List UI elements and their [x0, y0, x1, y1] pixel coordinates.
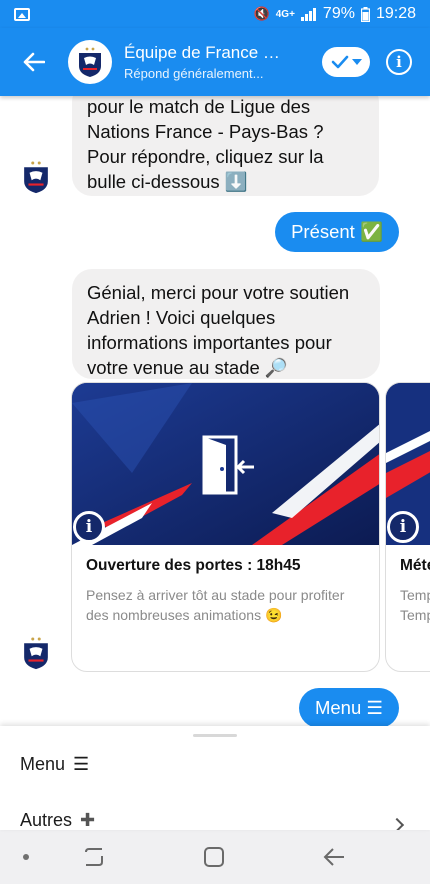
android-nav-bar [0, 830, 430, 884]
sheet-drag-handle[interactable] [193, 734, 237, 737]
menu-item-label: Menu [20, 754, 66, 774]
bot-avatar [20, 634, 52, 672]
signal-icon [300, 7, 316, 21]
page-title: Équipe de France d... [124, 43, 282, 62]
bot-avatar [20, 158, 52, 196]
message-line: Génial, merci pour votre soutien [87, 282, 350, 303]
message-line: informations importantes pour [87, 332, 332, 353]
persistent-menu-sheet[interactable]: Menu ☰ Autres ✚ [0, 726, 430, 830]
conversation-thread[interactable]: pour le match de Ligue des Nations Franc… [0, 96, 430, 730]
chevron-right-icon [389, 817, 405, 830]
card-title: Ouverture des portes : 18h45 [86, 557, 301, 574]
card-image: i [72, 383, 379, 545]
outgoing-message[interactable]: Présent ✅ [275, 212, 399, 252]
carousel-card[interactable]: i Ouverture des portes : 18h45 Pensez à … [71, 382, 380, 672]
response-time: Répond généralement... [124, 66, 264, 81]
checkmark-icon [331, 55, 348, 69]
battery-level: 79% [322, 5, 355, 22]
recent-apps-icon[interactable] [83, 846, 105, 868]
info-icon: i [396, 53, 402, 71]
back-button[interactable] [0, 28, 68, 96]
message-line: Pour répondre, cliquez sur la [87, 146, 324, 167]
card-description-line: Temp [400, 587, 430, 603]
door-entry-icon [202, 435, 254, 495]
card-title: Mété [400, 557, 430, 574]
page-avatar[interactable] [68, 40, 112, 84]
status-bar: 🔇 4G+ 79% 19:28 [0, 0, 430, 28]
back-nav-icon[interactable] [323, 847, 345, 867]
message-line: bulle ci-dessous ⬇️ [87, 171, 248, 192]
outgoing-message[interactable]: Menu ☰ [298, 688, 399, 728]
menu-item-label: Autres [20, 810, 73, 830]
fff-crest-icon [24, 637, 48, 670]
info-badge-icon: i [73, 511, 105, 543]
card-description: Pensez à arriver tôt au stade pour profi… [86, 587, 345, 623]
fff-crest-icon [24, 161, 48, 194]
network-type: 4G+ [275, 8, 295, 20]
hamburger-icon: ☰ [73, 754, 90, 774]
carousel-card[interactable]: i Mété Temp Temp [385, 382, 430, 672]
done-dropdown-button[interactable] [322, 47, 370, 77]
clock: 19:28 [375, 5, 416, 22]
info-badge-icon: i [387, 511, 419, 543]
chat-header: Équipe de France d... Répond généralemen… [0, 28, 430, 96]
card-description-line: Temp [400, 607, 430, 623]
message-line: Nations France - Pays-Bas ? [87, 121, 324, 142]
incoming-message[interactable]: pour le match de Ligue des Nations Franc… [72, 96, 379, 196]
message-line: pour le match de Ligue des [87, 96, 311, 117]
message-line: votre venue au stade 🔎 [87, 357, 288, 378]
home-icon[interactable] [203, 846, 225, 868]
keyboard-toggle-dot[interactable] [23, 854, 29, 860]
plus-icon: ✚ [80, 810, 96, 830]
card-image: i [386, 383, 430, 545]
fff-crest-icon [79, 47, 101, 77]
menu-item-autres[interactable]: Autres ✚ [20, 810, 95, 830]
image-notification-icon [14, 7, 30, 21]
incoming-message[interactable]: Génial, merci pour votre soutien Adrien … [72, 269, 380, 379]
arrow-left-icon [23, 52, 45, 72]
info-button[interactable]: i [386, 49, 412, 75]
mute-icon: 🔇 [253, 6, 270, 21]
menu-item-menu[interactable]: Menu ☰ [20, 754, 89, 775]
card-description: Temp Temp [400, 585, 430, 625]
battery-icon [360, 6, 370, 22]
message-line: Adrien ! Voici quelques [87, 307, 276, 328]
chevron-down-icon [351, 59, 362, 65]
